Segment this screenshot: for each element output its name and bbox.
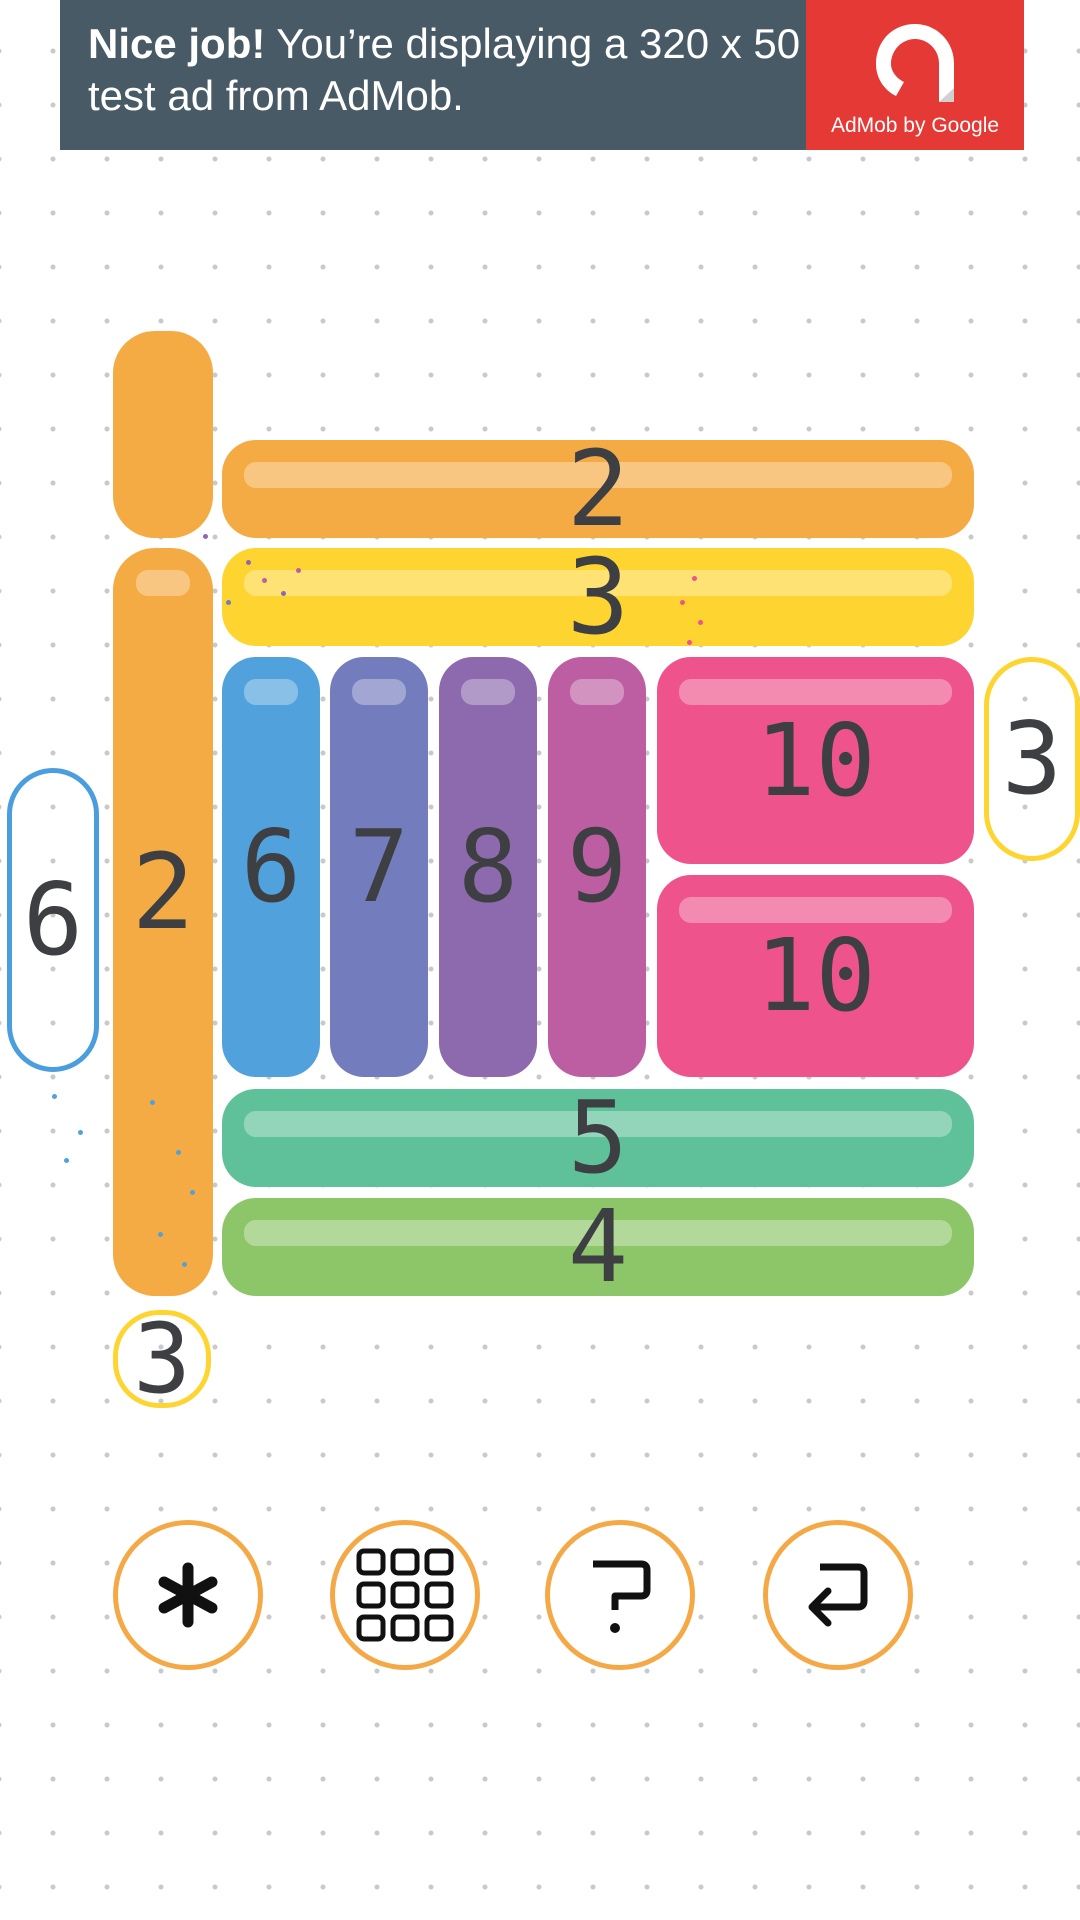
hint-bottom[interactable]: 3 xyxy=(113,1310,211,1408)
ad-text-bold: Nice job! xyxy=(88,20,266,67)
levels-button[interactable] xyxy=(330,1520,480,1670)
piece-number: 9 xyxy=(566,808,628,925)
grid-icon xyxy=(356,1548,454,1642)
return-arrow-icon xyxy=(808,1563,868,1627)
hint-number: 3 xyxy=(1001,700,1063,817)
piece-bar-top[interactable]: 2 xyxy=(222,428,974,550)
piece-column-indigo[interactable]: 7 xyxy=(330,657,428,1077)
piece-number: 2 xyxy=(131,831,195,953)
piece-block-pink-bottom[interactable]: 10 xyxy=(657,875,974,1077)
piece-top-stub[interactable] xyxy=(113,331,213,538)
ad-text: Nice job! You’re displaying a 320 x 50 t… xyxy=(88,18,828,122)
undo-button[interactable] xyxy=(763,1520,913,1670)
help-button[interactable] xyxy=(545,1520,695,1670)
piece-bar-teal[interactable]: 5 xyxy=(222,1079,974,1196)
hint-left[interactable]: 6 xyxy=(7,768,99,1072)
hint-number: 3 xyxy=(133,1303,191,1415)
piece-block-pink-top[interactable]: 10 xyxy=(657,657,974,864)
piece-number: 7 xyxy=(348,808,410,925)
hint-right[interactable]: 3 xyxy=(984,657,1080,861)
piece-number: 6 xyxy=(240,808,302,925)
piece-number: 5 xyxy=(567,1079,629,1196)
piece-column-purple[interactable]: 8 xyxy=(439,657,537,1077)
question-icon xyxy=(593,1560,651,1633)
piece-number: 2 xyxy=(566,428,630,550)
piece-number: 8 xyxy=(457,808,519,925)
piece-number: 3 xyxy=(566,536,630,658)
hint-number: 6 xyxy=(22,861,84,978)
piece-number: 4 xyxy=(567,1188,629,1305)
ad-banner[interactable]: Nice job! You’re displaying a 320 x 50 t… xyxy=(60,0,1024,150)
piece-column-magenta[interactable]: 9 xyxy=(548,657,646,1077)
ad-brand-label: AdMob by Google xyxy=(830,114,1000,137)
admob-icon xyxy=(876,24,954,102)
admob-logo: AdMob by Google xyxy=(806,0,1024,150)
asterisk-icon xyxy=(158,1562,218,1628)
piece-number: 10 xyxy=(755,701,876,819)
piece-column-blue[interactable]: 6 xyxy=(222,657,320,1077)
piece-bar-green[interactable]: 4 xyxy=(222,1188,974,1305)
piece-number: 10 xyxy=(755,917,876,1034)
piece-bar-yellow[interactable]: 3 xyxy=(222,536,974,658)
piece-left-column[interactable]: 2 xyxy=(113,548,213,1296)
star-button[interactable] xyxy=(113,1520,263,1670)
